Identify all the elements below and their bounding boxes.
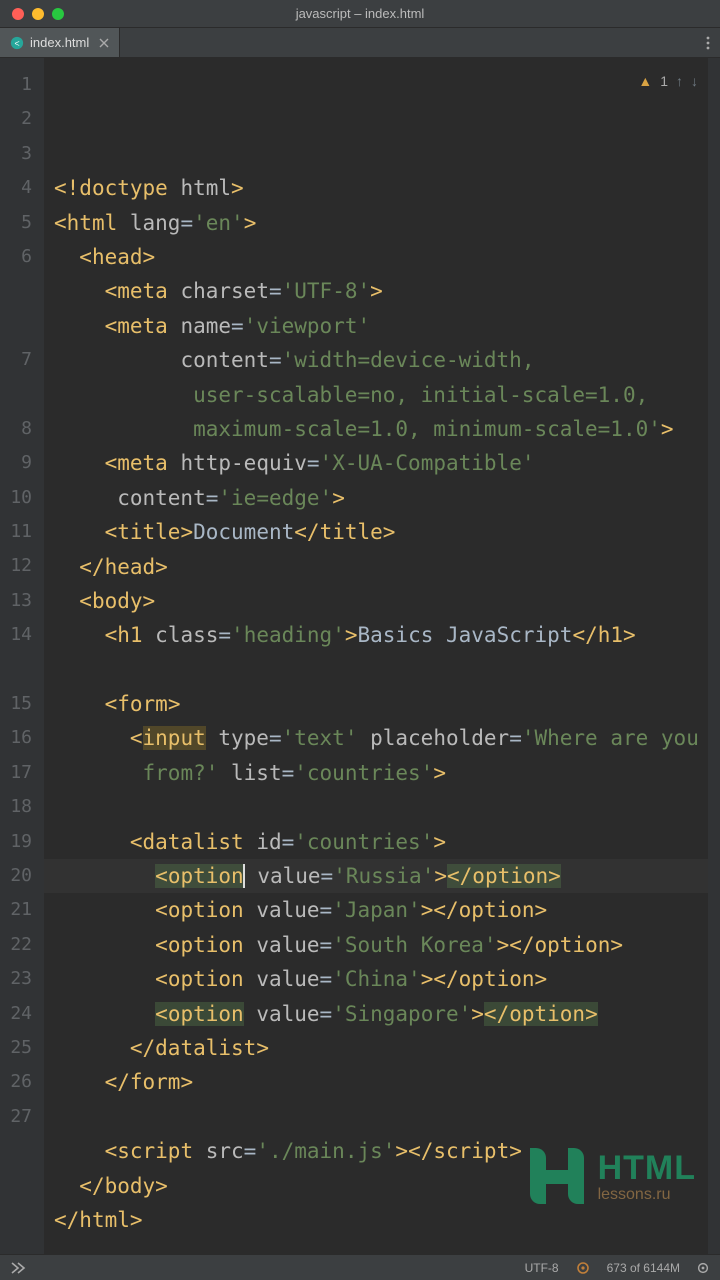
code-line[interactable]: </datalist>	[44, 1031, 708, 1065]
vertical-scrollbar[interactable]	[708, 58, 720, 1254]
code-line[interactable]: <head>	[44, 240, 708, 274]
code-area[interactable]: ▲1 ↑ ↓ <!doctype html><html lang='en'> <…	[44, 58, 708, 1254]
tab-overflow-button[interactable]	[696, 28, 720, 57]
watermark-brand: HTML	[598, 1149, 696, 1188]
code-line[interactable]: content='ie=edge'>	[44, 481, 708, 515]
code-line[interactable]: </form>	[44, 1065, 708, 1099]
code-line[interactable]: <title>Document</title>	[44, 515, 708, 549]
window-minimize-button[interactable]	[32, 8, 44, 20]
code-line[interactable]: <option value='Singapore'></option>	[44, 997, 708, 1031]
statusbar: UTF-8 673 of 6144M	[0, 1254, 720, 1280]
watermark-domain: lessons.ru	[598, 1186, 696, 1204]
warning-count: 1	[660, 64, 668, 98]
code-line[interactable]: user-scalable=no, initial-scale=1.0,	[44, 378, 708, 412]
code-line[interactable]: <datalist id='countries'>	[44, 825, 708, 859]
code-line[interactable]: <option value='China'></option>	[44, 962, 708, 996]
svg-text:<: <	[14, 38, 19, 48]
code-line[interactable]: <meta charset='UTF-8'>	[44, 274, 708, 308]
editor[interactable]: 1234567891011121314151617181920212223242…	[0, 58, 720, 1254]
code-line[interactable]: content='width=device-width,	[44, 343, 708, 377]
presentation-mode-icon[interactable]	[10, 1260, 26, 1276]
code-line[interactable]: <!doctype html>	[44, 171, 708, 205]
tab-index-html[interactable]: < index.html	[0, 28, 120, 57]
window-close-button[interactable]	[12, 8, 24, 20]
code-line[interactable]: <input type='text' placeholder='Where ar…	[44, 721, 708, 755]
inspection-indicators[interactable]: ▲1 ↑ ↓	[638, 64, 698, 98]
status-inspections-icon[interactable]	[575, 1260, 591, 1276]
titlebar: javascript – index.html	[0, 0, 720, 28]
code-line[interactable]: <body>	[44, 584, 708, 618]
window-title: javascript – index.html	[0, 6, 720, 21]
warning-icon: ▲	[638, 64, 652, 98]
tabbar: < index.html	[0, 28, 720, 58]
code-line[interactable]: <meta name='viewport'	[44, 309, 708, 343]
next-highlight-icon[interactable]: ↓	[691, 64, 698, 98]
tab-label: index.html	[30, 35, 89, 50]
code-line[interactable]	[44, 653, 708, 687]
code-line[interactable]: <option value='Russia'></option>	[44, 859, 708, 893]
line-number-gutter: 1234567891011121314151617181920212223242…	[0, 58, 44, 1254]
code-line[interactable]: </html>	[44, 1203, 708, 1237]
status-encoding[interactable]: UTF-8	[525, 1261, 559, 1275]
status-memory[interactable]: 673 of 6144M	[607, 1261, 680, 1275]
code-line[interactable]: <meta http-equiv='X-UA-Compatible'	[44, 446, 708, 480]
html-file-icon: <	[10, 36, 24, 50]
window-maximize-button[interactable]	[52, 8, 64, 20]
code-line[interactable]	[44, 1100, 708, 1134]
code-line[interactable]: from?' list='countries'>	[44, 756, 708, 790]
code-line[interactable]: </head>	[44, 550, 708, 584]
close-icon[interactable]	[99, 38, 109, 48]
code-line[interactable]: <option value='Japan'></option>	[44, 893, 708, 927]
code-line[interactable]: maximum-scale=1.0, minimum-scale=1.0'>	[44, 412, 708, 446]
code-line[interactable]: <h1 class='heading'>Basics JavaScript</h…	[44, 618, 708, 652]
code-line[interactable]: <form>	[44, 687, 708, 721]
watermark: HTML lessons.ru	[528, 1148, 696, 1204]
code-line[interactable]	[44, 790, 708, 824]
prev-highlight-icon[interactable]: ↑	[676, 64, 683, 98]
status-gear-icon[interactable]	[696, 1261, 710, 1275]
code-line[interactable]: <option value='South Korea'></option>	[44, 928, 708, 962]
code-line[interactable]: <html lang='en'>	[44, 206, 708, 240]
watermark-logo-icon	[528, 1148, 586, 1204]
